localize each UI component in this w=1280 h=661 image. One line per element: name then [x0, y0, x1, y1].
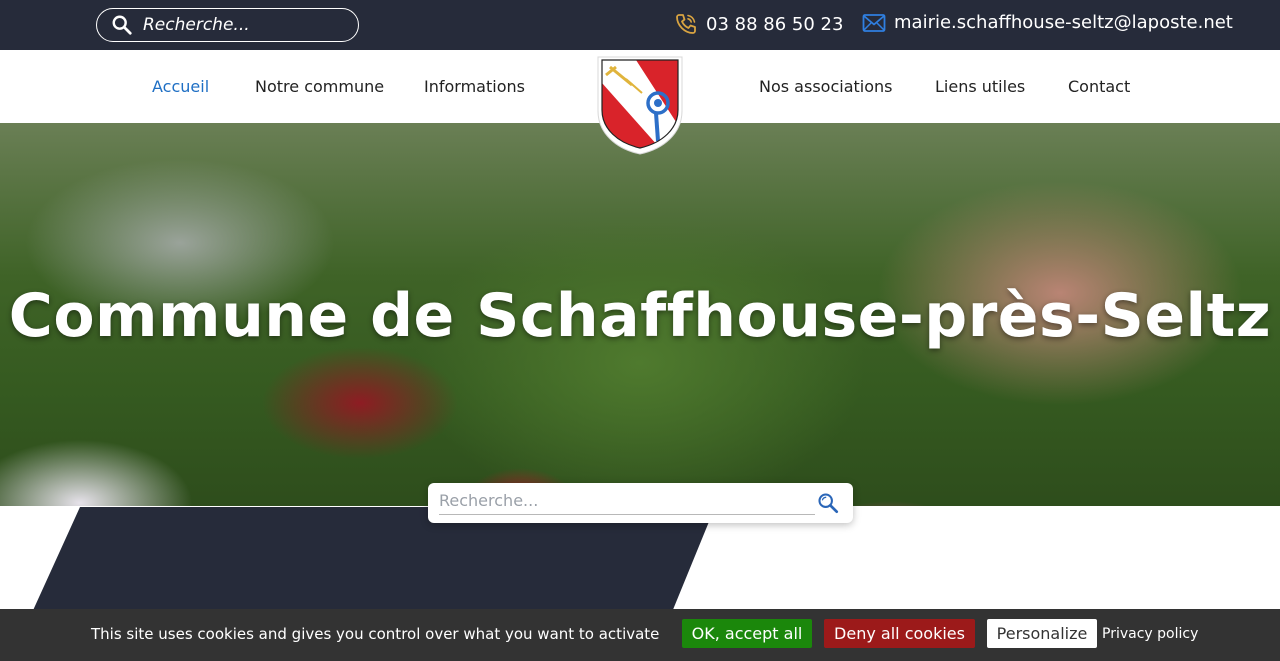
phone-link[interactable]: 03 88 86 50 23 — [674, 12, 843, 36]
phone-icon — [676, 14, 696, 34]
decorative-slanted-panel — [30, 507, 715, 617]
search-icon[interactable] — [817, 492, 839, 514]
personalize-cookies-button[interactable]: Personalize — [987, 619, 1097, 648]
page-title: Commune de Schaffhouse-près-Seltz — [8, 281, 1272, 351]
nav-item-informations[interactable]: Informations — [424, 77, 525, 96]
top-search-placeholder: Recherche... — [143, 15, 250, 35]
phone-number: 03 88 86 50 23 — [706, 13, 844, 35]
top-search-field[interactable]: Recherche... — [96, 8, 359, 42]
top-bar: Recherche... 03 88 86 50 23 mairie.schaf… — [0, 0, 1280, 50]
email-address: mairie.schaffhouse-seltz@laposte.net — [894, 12, 1233, 33]
email-link[interactable]: mairie.schaffhouse-seltz@laposte.net — [862, 12, 1233, 33]
privacy-policy-link[interactable]: Privacy policy — [1102, 626, 1198, 642]
mail-icon — [862, 13, 886, 32]
nav-item-liens-utiles[interactable]: Liens utiles — [935, 77, 1025, 96]
search-icon — [112, 15, 132, 35]
cookie-message: This site uses cookies and gives you con… — [91, 625, 660, 643]
nav-item-nos-associations[interactable]: Nos associations — [759, 77, 892, 96]
accept-all-cookies-button[interactable]: OK, accept all — [682, 619, 812, 648]
main-search-box: Recherche... — [428, 483, 853, 523]
nav-item-accueil[interactable]: Accueil — [152, 77, 209, 96]
hero-banner: Commune de Schaffhouse-près-Seltz — [0, 123, 1280, 506]
search-input[interactable]: Recherche... — [439, 489, 815, 515]
cookie-consent-bar: This site uses cookies and gives you con… — [0, 609, 1280, 661]
coat-of-arms-logo[interactable] — [596, 55, 684, 155]
deny-all-cookies-button[interactable]: Deny all cookies — [824, 619, 975, 648]
nav-item-contact[interactable]: Contact — [1068, 77, 1130, 96]
nav-item-notre-commune[interactable]: Notre commune — [255, 77, 384, 96]
